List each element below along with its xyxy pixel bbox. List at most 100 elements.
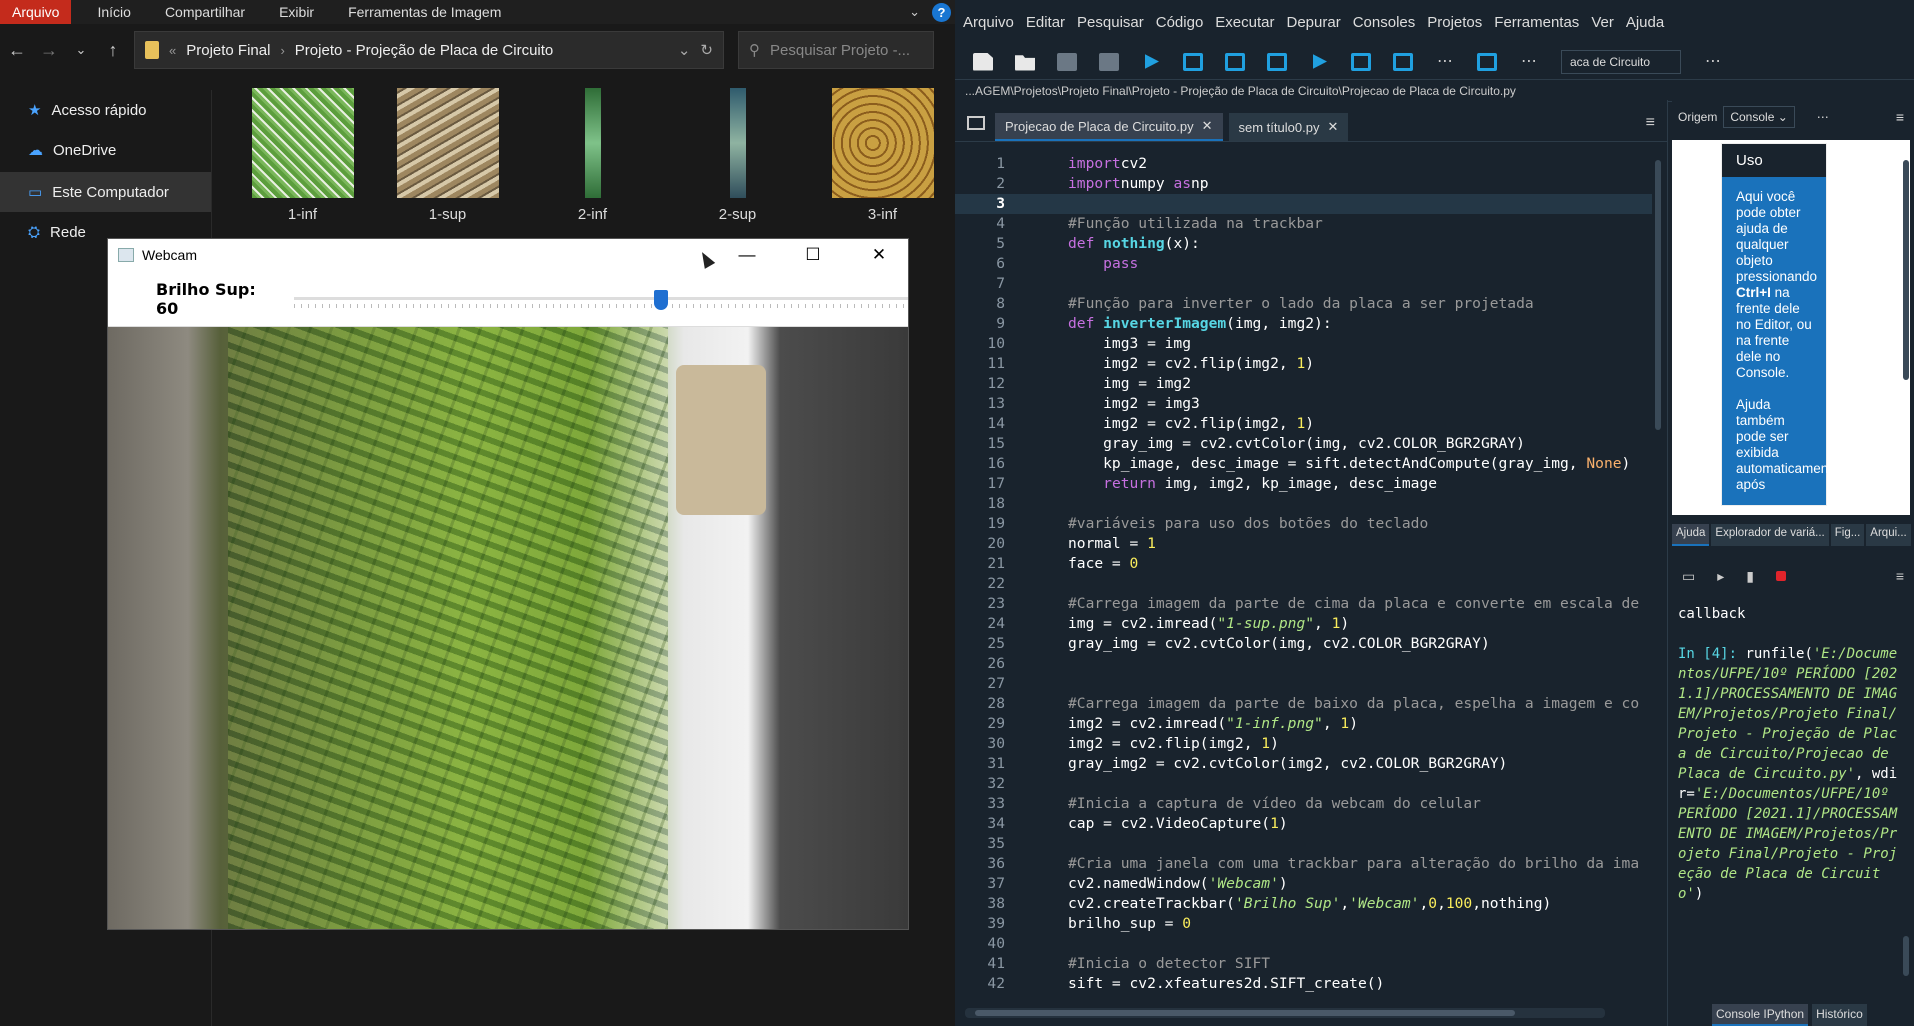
browse-tabs-icon[interactable]	[967, 116, 985, 130]
tab-historico[interactable]: Histórico	[1812, 1004, 1867, 1026]
minimize-icon[interactable]: —	[718, 245, 776, 265]
ribbon-tab-inicio[interactable]: Início	[85, 0, 142, 24]
forward-arrow-icon[interactable]: →	[38, 40, 60, 61]
menu-ajuda[interactable]: Ajuda	[1626, 14, 1664, 31]
code-line[interactable]: 5 def nothing(x):	[955, 234, 1652, 254]
menu-ver[interactable]: Ver	[1591, 14, 1614, 31]
code-line[interactable]: 29 img2 = cv2.imread("1-inf.png", 1)	[955, 714, 1652, 734]
code-line[interactable]: 39 brilho_sup = 0	[955, 914, 1652, 934]
code-line[interactable]: 35	[955, 834, 1652, 854]
code-line[interactable]: 23 #Carrega imagem da parte de cima da pl…	[955, 594, 1652, 614]
file-item[interactable]: 3-inf	[810, 88, 955, 223]
code-line[interactable]: 8 #Função para inverter o lado da placa a…	[955, 294, 1652, 314]
code-line[interactable]: 20 normal = 1	[955, 534, 1652, 554]
help-options-icon[interactable]: ≡	[1896, 109, 1904, 125]
menu-executar[interactable]: Executar	[1215, 14, 1274, 31]
code-line[interactable]: 24 img = cv2.imread("1-sup.png", 1)	[955, 614, 1652, 634]
file-item[interactable]: 2-inf	[520, 88, 665, 223]
editor-vertical-scrollbar[interactable]	[1653, 150, 1663, 980]
breadcrumb-projeto-placa[interactable]: Projeto - Projeção de Placa de Circuito	[295, 42, 553, 59]
step-into-icon[interactable]	[1393, 52, 1413, 71]
ipython-console-output[interactable]: callback In [4]: runfile('E:/Documentos/…	[1678, 604, 1900, 994]
code-line[interactable]: 7	[955, 274, 1652, 294]
sidebar-item-este-computador[interactable]: ▭ Este Computador	[0, 172, 211, 212]
code-line[interactable]: 11 img2 = cv2.flip(img2, 1)	[955, 354, 1652, 374]
tab-console-ipython[interactable]: Console IPython	[1712, 1004, 1809, 1026]
tab-ajuda[interactable]: Ajuda	[1672, 524, 1710, 546]
more-options-icon[interactable]: ⋯	[1435, 53, 1455, 71]
ribbon-tab-ferramentas-imagem[interactable]: Ferramentas de Imagem	[336, 0, 513, 24]
code-line[interactable]: 36 #Cria uma janela com uma trackbar para…	[955, 854, 1652, 874]
code-line[interactable]: 19 #variáveis para uso dos botões do tecl…	[955, 514, 1652, 534]
menu-pesquisar[interactable]: Pesquisar	[1077, 14, 1144, 31]
code-line[interactable]: 26	[955, 654, 1652, 674]
code-line[interactable]: 31 gray_img2 = cv2.cvtColor(img2, cv2.COL…	[955, 754, 1652, 774]
tab-variable-explorer[interactable]: Explorador de variá...	[1711, 524, 1829, 546]
code-line[interactable]: 12 img = img2	[955, 374, 1652, 394]
code-line[interactable]: 15 gray_img = cv2.cvtColor(img, cv2.COLO…	[955, 434, 1652, 454]
stop-icon[interactable]	[1775, 571, 1786, 581]
more-options-icon[interactable]: ⋯	[1817, 110, 1829, 124]
console-options-icon[interactable]: ≡	[1896, 568, 1904, 584]
trackbar-handle[interactable]	[654, 289, 669, 310]
tab-files[interactable]: Arqui...	[1866, 524, 1911, 546]
save-icon[interactable]	[1057, 52, 1077, 71]
working-directory-field[interactable]: aca de Circuito	[1561, 49, 1681, 74]
code-line[interactable]: 28 #Carrega imagem da parte de baixo da p…	[955, 694, 1652, 714]
code-line[interactable]: 16 kp_image, desc_image = sift.detectAnd…	[955, 454, 1652, 474]
code-line[interactable]: 34 cap = cv2.VideoCapture(1)	[955, 814, 1652, 834]
code-line[interactable]: 2 importnumpy asnp	[955, 174, 1652, 194]
up-arrow-icon[interactable]: ↑	[102, 40, 124, 61]
ribbon-expand-icon[interactable]: ⌄	[909, 4, 920, 20]
more-options-icon[interactable]: ⋯	[1703, 53, 1723, 71]
ribbon-tab-arquivo[interactable]: Arquivo	[0, 0, 72, 24]
run-console-icon[interactable]: ▸	[1717, 568, 1724, 585]
tab-projecao-placa[interactable]: Projecao de Placa de Circuito.py ✕	[995, 113, 1223, 141]
step-icon[interactable]	[1351, 52, 1371, 71]
close-tab-icon[interactable]: ✕	[1327, 119, 1338, 135]
code-line[interactable]: 18	[955, 494, 1652, 514]
maximize-pane-icon[interactable]	[1477, 52, 1497, 71]
code-line[interactable]: 17 return img, img2, kp_image, desc_imag…	[955, 474, 1652, 494]
file-item[interactable]: 1-sup	[375, 88, 520, 223]
code-line[interactable]: 32	[955, 774, 1652, 794]
console-scrollbar[interactable]	[1902, 604, 1910, 996]
console-tabs-icon[interactable]: ▭	[1682, 568, 1695, 585]
run-selection-icon[interactable]	[1267, 52, 1287, 71]
code-line[interactable]: 25 gray_img = cv2.cvtColor(img, cv2.COLOR…	[955, 634, 1652, 654]
back-arrow-icon[interactable]: ←	[6, 40, 28, 61]
code-line[interactable]: 37 cv2.namedWindow('Webcam')	[955, 874, 1652, 894]
menu-projetos[interactable]: Projetos	[1427, 14, 1482, 31]
save-all-icon[interactable]	[1099, 52, 1119, 71]
menu-consoles[interactable]: Consoles	[1353, 14, 1416, 31]
code-line[interactable]: 10 img3 = img	[955, 334, 1652, 354]
sidebar-item-acesso-rapido[interactable]: ★ Acesso rápido	[0, 90, 211, 130]
sidebar-item-onedrive[interactable]: ☁ OneDrive	[0, 130, 211, 170]
editor-horizontal-scrollbar[interactable]	[965, 1008, 1605, 1018]
clear-console-icon[interactable]: ▮	[1746, 568, 1754, 585]
tab-sem-titulo[interactable]: sem título0.py ✕	[1228, 113, 1349, 141]
code-line[interactable]: 40	[955, 934, 1652, 954]
tab-figures[interactable]: Fig...	[1830, 524, 1865, 546]
brightness-trackbar[interactable]	[294, 289, 908, 310]
help-icon[interactable]: ?	[932, 2, 951, 22]
close-icon[interactable]: ✕	[850, 245, 908, 265]
run-cell-icon[interactable]	[1183, 52, 1203, 71]
address-bar[interactable]: « Projeto Final › Projeto - Projeção de …	[134, 31, 724, 69]
code-line[interactable]: 33 #Inicia a captura de vídeo da webcam d…	[955, 794, 1652, 814]
recent-locations-icon[interactable]: ⌄	[70, 42, 92, 58]
editor-options-icon[interactable]: ≡	[1646, 114, 1655, 132]
search-box[interactable]: ⚲ Pesquisar Projeto -...	[738, 31, 934, 69]
webcam-title-bar[interactable]: Webcam — ☐ ✕	[108, 239, 908, 271]
close-tab-icon[interactable]: ✕	[1202, 118, 1213, 134]
code-line[interactable]: 27	[955, 674, 1652, 694]
address-dropdown-icon[interactable]: ⌄	[678, 41, 691, 59]
ribbon-tab-compartilhar[interactable]: Compartilhar	[153, 0, 257, 24]
file-item[interactable]: 2-sup	[665, 88, 810, 223]
menu-editar[interactable]: Editar	[1026, 14, 1065, 31]
code-editor[interactable]: 1 importcv2 2 importnumpy asnp 3 4 #Função uti…	[955, 154, 1652, 994]
code-line[interactable]: 9 def inverterImagem(img, img2):	[955, 314, 1652, 334]
menu-depurar[interactable]: Depurar	[1287, 14, 1341, 31]
run-cell-advance-icon[interactable]	[1225, 52, 1245, 71]
code-line[interactable]: 22	[955, 574, 1652, 594]
